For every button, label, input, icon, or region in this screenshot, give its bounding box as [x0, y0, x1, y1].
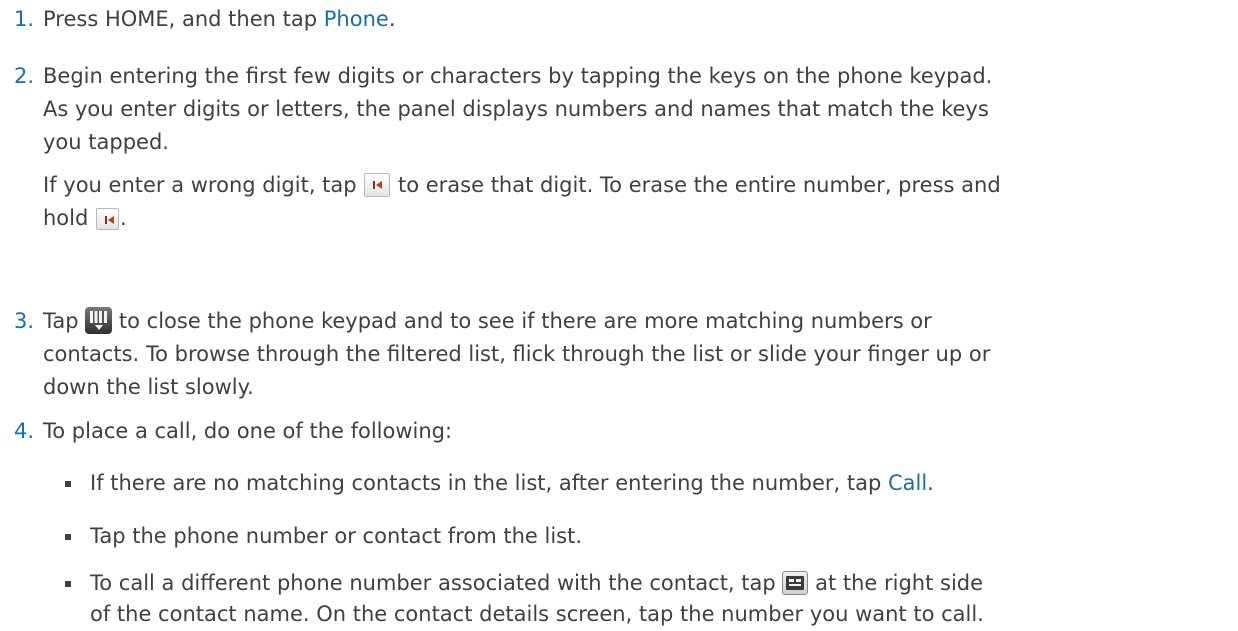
step-number: 4. — [14, 419, 35, 443]
call-button-label: Call — [887, 471, 928, 495]
keypad-toggle-icon — [85, 307, 113, 334]
instruction-page: 1. Press HOME, and then tap Phone. 2. Be… — [0, 0, 1238, 626]
step-number: 1. — [14, 7, 35, 31]
backspace-icon — [364, 173, 391, 197]
bullet-marker — [65, 581, 71, 587]
bullet-text: To call a different phone number associa… — [90, 571, 984, 626]
phone-app-label: Phone — [323, 7, 389, 31]
step-number: 2. — [14, 64, 35, 88]
contact-details-icon — [782, 571, 809, 595]
bullet-text: If there are no matching contacts in the… — [90, 471, 934, 495]
step-number: 3. — [14, 309, 35, 333]
step-text: Tap to close the phone keypad and to see… — [43, 307, 991, 399]
bullet-marker — [65, 534, 71, 540]
bullet-text: Tap the phone number or contact from the… — [90, 524, 583, 548]
step-text: Begin entering the first few digits or c… — [43, 64, 1001, 230]
step-text: Press HOME, and then tap Phone. — [43, 7, 396, 31]
step-text: To place a call, do one of the following… — [43, 419, 453, 443]
bullet-marker — [65, 481, 71, 487]
backspace-icon — [96, 208, 119, 230]
